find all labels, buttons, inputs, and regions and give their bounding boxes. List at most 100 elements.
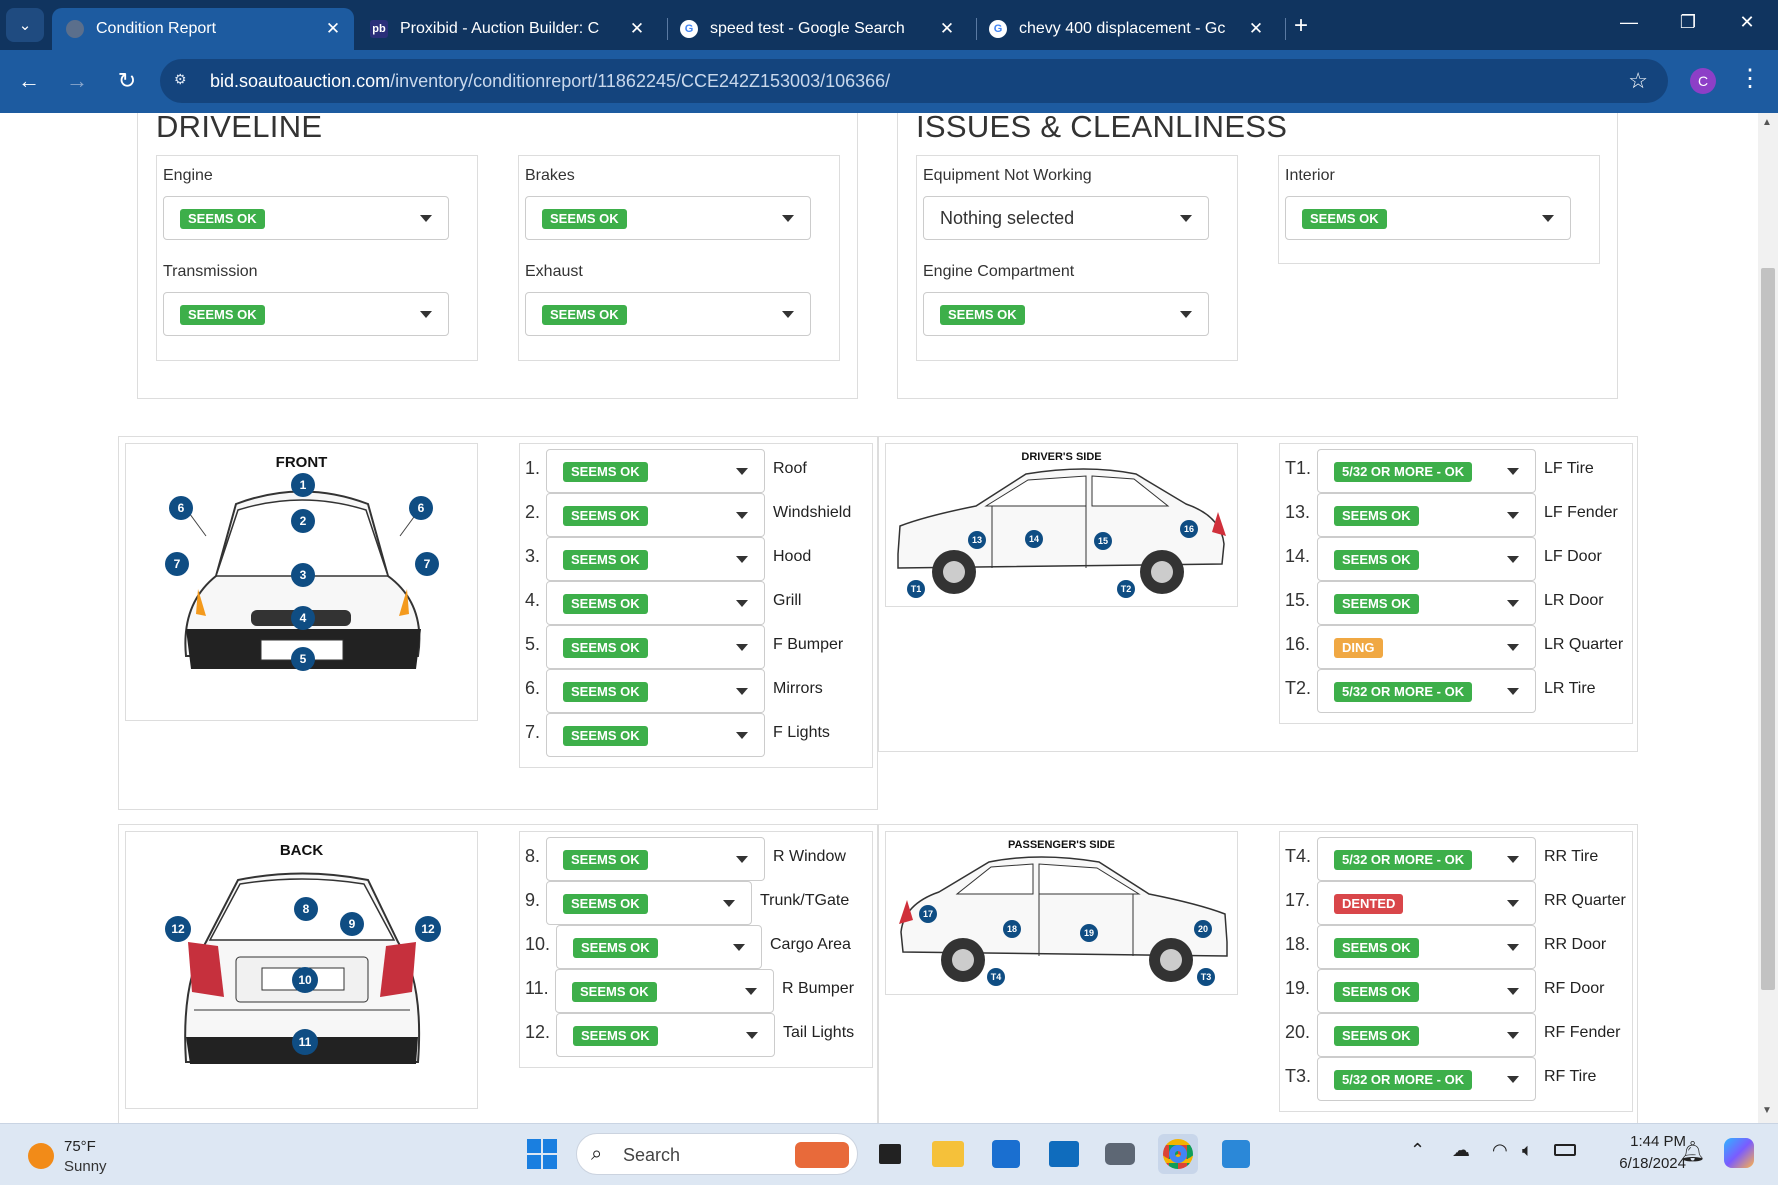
caret-down-icon — [745, 988, 757, 995]
item-number: 9. — [525, 890, 541, 910]
reload-button[interactable]: ↻ — [112, 68, 142, 94]
engine-select[interactable]: SEEMS OK — [163, 196, 449, 240]
interior-select[interactable]: SEEMS OK — [1285, 196, 1571, 240]
rf-fender-select[interactable]: SEEMS OK — [1317, 1013, 1536, 1057]
show-hidden-icons-icon[interactable]: ⌃ — [1410, 1140, 1425, 1161]
engine-compartment-select[interactable]: SEEMS OK — [923, 292, 1209, 336]
lr-quarter-select[interactable]: DING — [1317, 625, 1536, 669]
side-marker-17: 17 — [919, 905, 937, 923]
forward-button[interactable]: → — [62, 68, 92, 94]
f-bumper-select[interactable]: SEEMS OK — [546, 625, 765, 669]
close-icon[interactable]: ✕ — [934, 19, 960, 39]
status-badge: SEEMS OK — [563, 894, 648, 914]
clock-date[interactable]: 6/18/2024 — [1596, 1155, 1686, 1172]
onedrive-icon[interactable]: ☁ — [1452, 1140, 1470, 1161]
window-close-button[interactable]: ✕ — [1732, 12, 1762, 33]
caret-down-icon — [1507, 988, 1519, 995]
bookmark-star-icon[interactable]: ☆ — [1628, 68, 1648, 94]
tab-speed-test[interactable]: G speed test - Google Search ✕ — [666, 8, 968, 50]
exhaust-select[interactable]: SEEMS OK — [525, 292, 811, 336]
battery-icon[interactable] — [1554, 1144, 1576, 1156]
file-explorer-button[interactable] — [928, 1134, 968, 1174]
side-marker-18: 18 — [1003, 920, 1021, 938]
close-icon[interactable]: ✕ — [320, 19, 346, 39]
url-text[interactable]: bid.soautoauction.com/inventory/conditio… — [210, 71, 890, 92]
task-view-icon — [879, 1144, 901, 1164]
interior-box: Interior SEEMS OK — [1278, 155, 1600, 264]
close-icon[interactable]: ✕ — [1243, 19, 1269, 39]
lr-door-select[interactable]: SEEMS OK — [1317, 581, 1536, 625]
trunk-tgate-select[interactable]: SEEMS OK — [546, 881, 752, 925]
rr-tire-select[interactable]: 5/32 OR MORE - OK — [1317, 837, 1536, 881]
back-section: BACK 8 9 10 11 12 12 8. SEEMS OK R Windo… — [118, 824, 878, 1123]
hood-select[interactable]: SEEMS OK — [546, 537, 765, 581]
transmission-label: Transmission — [163, 263, 258, 280]
start-button[interactable] — [522, 1134, 562, 1174]
tab-chevy-400[interactable]: G chevy 400 displacement - Gc ✕ — [975, 8, 1277, 50]
lr-tire-select[interactable]: 5/32 OR MORE - OK — [1317, 669, 1536, 713]
cargo-area-select[interactable]: SEEMS OK — [556, 925, 762, 969]
part-label: Hood — [773, 548, 812, 565]
restore-button[interactable]: ❐ — [1673, 12, 1703, 33]
minimize-button[interactable]: — — [1614, 12, 1644, 33]
microsoft-store-button[interactable] — [986, 1134, 1026, 1174]
item-number: 10. — [525, 934, 551, 954]
outlook-button[interactable] — [1044, 1134, 1084, 1174]
chrome-button[interactable] — [1158, 1134, 1198, 1174]
r-bumper-select[interactable]: SEEMS OK — [555, 969, 774, 1013]
transmission-select[interactable]: SEEMS OK — [163, 292, 449, 336]
notification-bell-icon[interactable]: 🔔︎ — [1680, 1139, 1705, 1164]
windshield-select[interactable]: SEEMS OK — [546, 493, 765, 537]
f-lights-select[interactable]: SEEMS OK — [546, 713, 765, 757]
scroll-up-arrow-icon[interactable]: ▲ — [1762, 117, 1772, 128]
lf-fender-select[interactable]: SEEMS OK — [1317, 493, 1536, 537]
volume-icon[interactable]: 🔈︎ — [1522, 1140, 1533, 1161]
browser-menu-icon[interactable]: ⋮ — [1738, 64, 1762, 93]
status-badge: SEEMS OK — [573, 938, 658, 958]
copilot-icon[interactable] — [1724, 1138, 1754, 1168]
reload-icon: ↻ — [117, 68, 137, 93]
r-window-select[interactable]: SEEMS OK — [546, 837, 765, 881]
tab-condition-report[interactable]: Condition Report ✕ — [52, 8, 354, 50]
store-icon — [992, 1140, 1020, 1168]
profile-avatar[interactable]: C — [1690, 68, 1716, 94]
side-marker-15: 15 — [1094, 532, 1112, 550]
camera-button[interactable] — [1100, 1134, 1140, 1174]
wifi-icon[interactable]: ◠ — [1492, 1140, 1508, 1161]
scrollbar-thumb[interactable] — [1761, 268, 1775, 990]
sun-icon — [28, 1143, 54, 1169]
mirrors-select[interactable]: SEEMS OK — [546, 669, 765, 713]
part-label: LF Door — [1544, 548, 1602, 565]
taskbar-search[interactable]: ⌕ Search — [576, 1133, 858, 1175]
equipment-select[interactable]: Nothing selected — [923, 196, 1209, 240]
grill-select[interactable]: SEEMS OK — [546, 581, 765, 625]
lf-tire-select[interactable]: 5/32 OR MORE - OK — [1317, 449, 1536, 493]
status-badge: SEEMS OK — [572, 982, 657, 1002]
caret-down-icon — [1542, 215, 1554, 222]
rf-tire-select[interactable]: 5/32 OR MORE - OK — [1317, 1057, 1536, 1101]
tail-lights-select[interactable]: SEEMS OK — [556, 1013, 775, 1057]
page-scrollbar[interactable]: ▲ ▼ — [1758, 113, 1778, 1123]
rr-quarter-select[interactable]: DENTED — [1317, 881, 1536, 925]
close-icon[interactable]: ✕ — [624, 19, 650, 39]
brakes-select[interactable]: SEEMS OK — [525, 196, 811, 240]
address-bar[interactable]: ⚙ bid.soautoauction.com/inventory/condit… — [160, 59, 1668, 103]
rr-door-select[interactable]: SEEMS OK — [1317, 925, 1536, 969]
caret-down-icon — [736, 468, 748, 475]
back-button[interactable]: ← — [14, 68, 44, 94]
task-view-button[interactable] — [870, 1134, 910, 1174]
rf-door-select[interactable]: SEEMS OK — [1317, 969, 1536, 1013]
photos-button[interactable] — [1216, 1134, 1256, 1174]
status-badge: 5/32 OR MORE - OK — [1334, 462, 1473, 482]
new-tab-button[interactable]: + — [1294, 12, 1308, 40]
scroll-down-arrow-icon[interactable]: ▼ — [1762, 1105, 1772, 1116]
tab-proxibid[interactable]: pb Proxibid - Auction Builder: C ✕ — [356, 8, 658, 50]
clock-time[interactable]: 1:44 PM — [1606, 1133, 1686, 1150]
site-info-icon[interactable]: ⚙ — [174, 71, 196, 91]
caret-down-icon — [1507, 468, 1519, 475]
lf-door-select[interactable]: SEEMS OK — [1317, 537, 1536, 581]
weather-widget[interactable]: 75°F Sunny — [14, 1132, 124, 1178]
tab-search-button[interactable]: ⌄ — [6, 8, 44, 42]
roof-select[interactable]: SEEMS OK — [546, 449, 765, 493]
interior-label: Interior — [1285, 167, 1335, 184]
